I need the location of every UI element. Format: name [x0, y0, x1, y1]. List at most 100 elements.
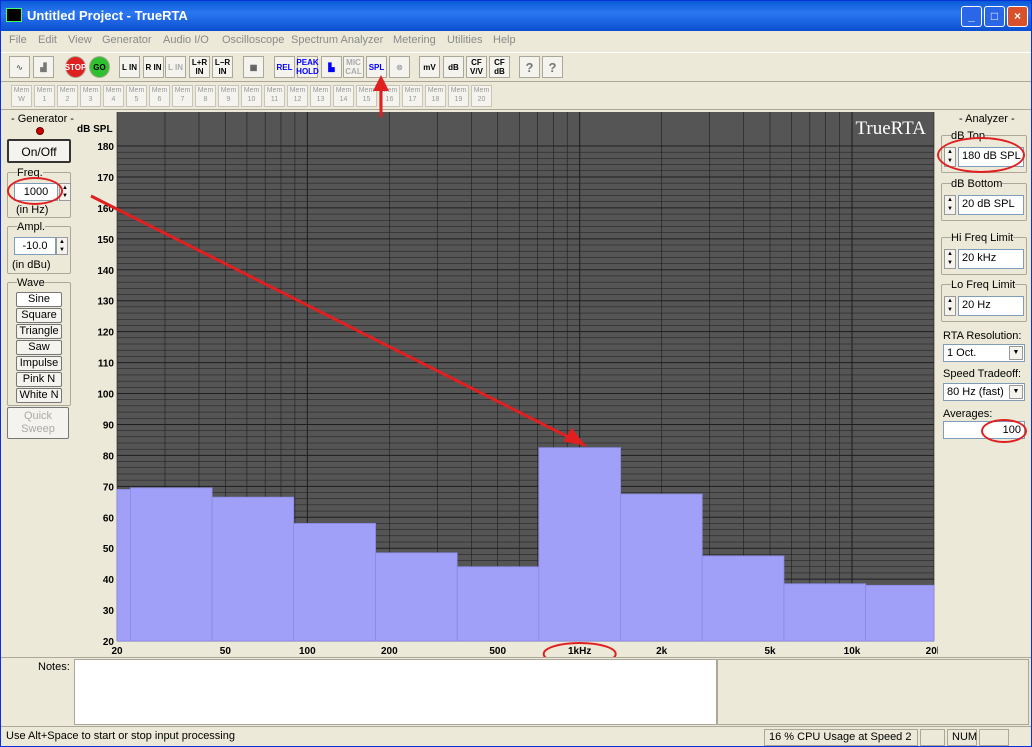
- grid-button[interactable]: ▦: [243, 56, 264, 78]
- diff-input-button[interactable]: L−R IN: [212, 56, 233, 78]
- mic-cal-button[interactable]: MIC CAL: [343, 56, 364, 78]
- title-bar[interactable]: Untitled Project - TrueRTA _ □ ×: [1, 1, 1031, 31]
- x-tick-label: 200: [381, 646, 398, 657]
- memory-button-3[interactable]: Mem 3: [80, 85, 101, 107]
- close-button[interactable]: ×: [1007, 6, 1028, 27]
- wave-pink-noise-button[interactable]: Pink N: [16, 372, 62, 387]
- menu-generator[interactable]: Generator: [102, 34, 152, 46]
- rta-resolution-select[interactable]: 1 Oct. ▼: [943, 344, 1025, 362]
- stop-button[interactable]: STOP: [65, 56, 86, 78]
- notes-area: Notes:: [1, 657, 1031, 725]
- memory-button-15[interactable]: Mem 15: [356, 85, 377, 107]
- ampl-input[interactable]: -10.0: [14, 237, 56, 255]
- ampl-unit: (in dBu): [12, 259, 51, 271]
- menu-audio-io[interactable]: Audio I/O: [163, 34, 209, 46]
- left-input-alt-button[interactable]: L IN: [165, 56, 186, 78]
- memory-button-0[interactable]: Mem W: [11, 85, 32, 107]
- memory-button-16[interactable]: Mem 16: [379, 85, 400, 107]
- crest-factor-db-button[interactable]: CF dB: [489, 56, 510, 78]
- spectrum-bar-6: [538, 447, 621, 642]
- averages-highlight-oval: [981, 419, 1027, 443]
- generator-on-off-button[interactable]: On/Off: [7, 139, 71, 163]
- notes-textarea[interactable]: [74, 659, 717, 725]
- oscilloscope-mode-button[interactable]: ∿: [9, 56, 30, 78]
- go-button[interactable]: GO: [89, 56, 110, 78]
- right-input-button[interactable]: R IN: [143, 56, 164, 78]
- x-tick-label: 2k: [656, 646, 668, 657]
- memory-button-11[interactable]: Mem 11: [264, 85, 285, 107]
- memory-button-4[interactable]: Mem 4: [103, 85, 124, 107]
- wave-sine-button[interactable]: Sine: [16, 292, 62, 307]
- memory-button-1[interactable]: Mem 1: [34, 85, 55, 107]
- wave-triangle-button[interactable]: Triangle: [16, 324, 62, 339]
- crest-factor-vv-button[interactable]: CF V/V: [466, 56, 487, 78]
- menu-help[interactable]: Help: [493, 34, 516, 46]
- millivolts-button[interactable]: mV: [419, 56, 440, 78]
- freq-unit: (in Hz): [16, 204, 49, 216]
- minimize-button[interactable]: _: [961, 6, 982, 27]
- lo-freq-input[interactable]: 20 Hz: [958, 296, 1024, 316]
- bar-graph-button[interactable]: ▙: [321, 56, 342, 78]
- truerta-logo: TrueRTA: [855, 118, 926, 139]
- db-bottom-input[interactable]: 20 dB SPL: [958, 195, 1024, 215]
- memory-button-7[interactable]: Mem 7: [172, 85, 193, 107]
- db-bottom-spinner[interactable]: ▲ ▼: [944, 195, 956, 215]
- hi-freq-label: Hi Freq Limit: [951, 232, 1014, 244]
- menu-oscilloscope[interactable]: Oscilloscope: [222, 34, 284, 46]
- wave-square-button[interactable]: Square: [16, 308, 62, 323]
- x-tick-label: 500: [489, 646, 506, 657]
- x-circle-icon: ⊗: [396, 62, 403, 72]
- spl-button[interactable]: SPL: [366, 56, 387, 78]
- status-hint: Use Alt+Space to start or stop input pro…: [6, 730, 235, 742]
- memory-button-20[interactable]: Mem 20: [471, 85, 492, 107]
- wave-white-noise-button[interactable]: White N: [16, 388, 62, 403]
- menu-view[interactable]: View: [68, 34, 92, 46]
- menu-edit[interactable]: Edit: [38, 34, 57, 46]
- memory-button-8[interactable]: Mem 8: [195, 85, 216, 107]
- help-button[interactable]: ?: [519, 56, 540, 78]
- memory-button-18[interactable]: Mem 18: [425, 85, 446, 107]
- memory-button-19[interactable]: Mem 19: [448, 85, 469, 107]
- relative-button[interactable]: REL: [274, 56, 295, 78]
- quick-sweep-button[interactable]: Quick Sweep: [7, 407, 69, 439]
- x-tick-label: 10k: [844, 646, 861, 657]
- sum-input-button[interactable]: L+R IN: [189, 56, 210, 78]
- y-tick-label: 40: [103, 575, 115, 586]
- memory-button-5[interactable]: Mem 5: [126, 85, 147, 107]
- lo-freq-spinner[interactable]: ▲ ▼: [944, 296, 956, 316]
- memory-button-2[interactable]: Mem 2: [57, 85, 78, 107]
- menu-file[interactable]: File: [9, 34, 27, 46]
- left-input-button[interactable]: L IN: [119, 56, 140, 78]
- y-tick-label: 90: [103, 420, 115, 431]
- x-tick-label: 1kHz: [568, 646, 591, 657]
- wave-group: Wave Sine Square Triangle Saw Impulse Pi…: [7, 277, 71, 406]
- hi-freq-input[interactable]: 20 kHz: [958, 249, 1024, 269]
- ampl-spinner[interactable]: ▲ ▼: [56, 237, 68, 255]
- memory-button-9[interactable]: Mem 9: [218, 85, 239, 107]
- menu-utilities[interactable]: Utilities: [447, 34, 482, 46]
- memory-button-13[interactable]: Mem 13: [310, 85, 331, 107]
- cancel-calibration-button[interactable]: ⊗: [389, 56, 410, 78]
- main-toolbar: ∿ ▟ STOP GO L IN R IN L IN L+R IN L−R IN…: [1, 52, 1031, 82]
- x-tick-label: 50: [220, 646, 232, 657]
- maximize-button[interactable]: □: [984, 6, 1005, 27]
- decibels-button[interactable]: dB: [443, 56, 464, 78]
- memory-button-17[interactable]: Mem 17: [402, 85, 423, 107]
- hi-freq-spinner[interactable]: ▲ ▼: [944, 249, 956, 269]
- wave-saw-button[interactable]: Saw: [16, 340, 62, 355]
- whats-this-button[interactable]: ?: [542, 56, 563, 78]
- memory-button-6[interactable]: Mem 6: [149, 85, 170, 107]
- wave-impulse-button[interactable]: Impulse: [16, 356, 62, 371]
- memory-button-14[interactable]: Mem 14: [333, 85, 354, 107]
- menu-spectrum-analyzer[interactable]: Spectrum Analyzer: [291, 34, 383, 46]
- spectrum-svg: 2030405060708090100110120130140150160170…: [77, 112, 943, 666]
- spectrum-bar-2: [211, 496, 295, 642]
- spectrum-mode-button[interactable]: ▟: [33, 56, 54, 78]
- spectrum-chart[interactable]: 20 30 40 50 60 70 80 90 100 110 120 130 140 150 160 170…: [75, 112, 943, 666]
- menu-metering[interactable]: Metering: [393, 34, 436, 46]
- memory-button-10[interactable]: Mem 10: [241, 85, 262, 107]
- x-tick-label: 5k: [764, 646, 776, 657]
- peak-hold-button[interactable]: PEAK HOLD: [296, 56, 319, 78]
- speed-tradeoff-select[interactable]: 80 Hz (fast) ▼: [943, 383, 1025, 401]
- memory-button-12[interactable]: Mem 12: [287, 85, 308, 107]
